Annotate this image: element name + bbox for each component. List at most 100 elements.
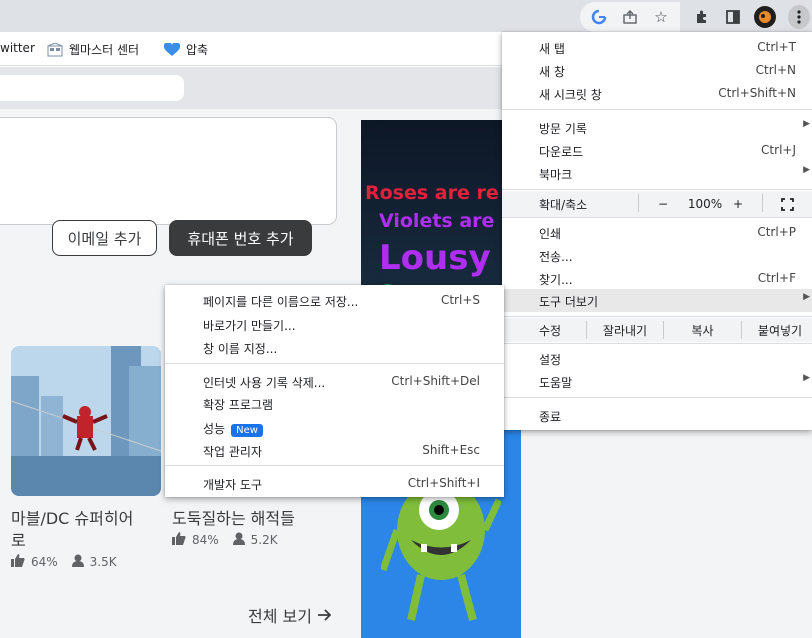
menu-item-bookmarks[interactable]: 북마크 ▶ bbox=[502, 162, 812, 185]
menu-shortcut: Ctrl+S bbox=[440, 293, 480, 307]
menu-item-create-shortcut[interactable]: 바로가기 만들기... bbox=[165, 313, 504, 336]
menu-label-wrap: 성능 New bbox=[203, 420, 263, 437]
menu-item-new-window[interactable]: 새 창 Ctrl+N bbox=[502, 59, 812, 82]
menu-label: 확장 프로그램 bbox=[203, 398, 274, 412]
menu-label: 새 탭 bbox=[539, 42, 565, 56]
players-icon bbox=[232, 532, 245, 548]
paste-button[interactable]: 붙여넣기 bbox=[742, 318, 812, 342]
menu-label: 창 이름 지정... bbox=[203, 342, 278, 356]
menu-separator bbox=[502, 189, 812, 190]
game-stats: 64% 3.5K bbox=[11, 554, 117, 570]
ad-text-1: Roses are re bbox=[365, 182, 499, 204]
menu-item-exit[interactable]: 종료 bbox=[502, 404, 812, 427]
add-phone-button[interactable]: 휴대폰 번호 추가 bbox=[169, 220, 312, 256]
menu-item-task-manager[interactable]: 작업 관리자 Shift+Esc bbox=[165, 439, 504, 462]
menu-separator bbox=[502, 217, 812, 218]
menu-item-cast[interactable]: 전송... bbox=[502, 244, 812, 267]
zoom-in-button[interactable]: + bbox=[714, 191, 762, 217]
arrow-right-icon bbox=[317, 606, 332, 625]
menu-separator bbox=[165, 363, 504, 364]
menu-label: 방문 기록 bbox=[539, 122, 587, 136]
see-all-label: 전체 보기 bbox=[248, 607, 312, 626]
menu-item-save-page[interactable]: 페이지를 다른 이름으로 저장... Ctrl+S bbox=[165, 289, 504, 312]
menu-shortcut: Ctrl+Shift+N bbox=[718, 86, 796, 100]
bookmark-compress[interactable]: 압축 bbox=[163, 41, 209, 58]
menu-item-performance[interactable]: 성능 New bbox=[165, 416, 504, 439]
kebab-menu-icon[interactable] bbox=[788, 5, 810, 29]
menu-shortcut: Ctrl+P bbox=[757, 225, 796, 239]
share-icon[interactable] bbox=[619, 6, 641, 28]
menu-label: 전송... bbox=[539, 250, 573, 264]
search-input[interactable] bbox=[0, 75, 184, 101]
menu-label: 개발자 도구 bbox=[203, 478, 263, 492]
menu-item-clear-data[interactable]: 인터넷 사용 기록 삭제... Ctrl+Shift+Del bbox=[165, 370, 504, 393]
cut-button[interactable]: 잘라내기 bbox=[587, 318, 663, 342]
menu-label: 도움말 bbox=[539, 376, 573, 390]
chevron-right-icon: ▶ bbox=[803, 165, 810, 175]
menu-item-more-tools[interactable]: 도구 더보기 ▶ bbox=[502, 289, 812, 312]
zoom-row: 확대/축소 − 100% + bbox=[502, 191, 812, 217]
menu-item-print[interactable]: 인쇄 Ctrl+P bbox=[502, 221, 812, 244]
menu-item-incognito[interactable]: 새 시크릿 창 Ctrl+Shift+N bbox=[502, 82, 812, 105]
game-stats: 84% 5.2K bbox=[172, 532, 278, 548]
copy-button[interactable]: 복사 bbox=[664, 318, 741, 342]
google-icon[interactable] bbox=[588, 6, 610, 28]
menu-label: 북마크 bbox=[539, 168, 573, 182]
menu-shortcut: Ctrl+T bbox=[757, 40, 796, 54]
sidepanel-icon[interactable] bbox=[722, 6, 744, 28]
players-icon bbox=[71, 554, 84, 570]
menu-item-history[interactable]: 방문 기록 ▶ bbox=[502, 116, 812, 139]
menu-item-find[interactable]: 찾기... Ctrl+F bbox=[502, 267, 812, 290]
menu-item-help[interactable]: 도움말 ▶ bbox=[502, 370, 812, 393]
edit-label: 수정 bbox=[539, 323, 562, 338]
bookmark-label: 웹마스터 센터 bbox=[69, 43, 140, 57]
bookmark-webmaster[interactable]: 웹마스터 센터 bbox=[47, 41, 139, 58]
menu-shortcut: Ctrl+Shift+Del bbox=[391, 374, 480, 388]
menu-item-new-tab[interactable]: 새 탭 Ctrl+T bbox=[502, 36, 812, 59]
thumbs-up-icon bbox=[172, 532, 186, 548]
game-thumbnail[interactable] bbox=[11, 346, 161, 496]
extensions-icon[interactable] bbox=[691, 6, 713, 28]
menu-label: 도구 더보기 bbox=[539, 295, 599, 309]
menu-shortcut: Ctrl+F bbox=[757, 271, 796, 285]
chrome-main-menu: 새 탭 Ctrl+T 새 창 Ctrl+N 새 시크릿 창 Ctrl+Shift… bbox=[502, 32, 812, 430]
menu-label: 종료 bbox=[539, 410, 562, 424]
menu-label: 설정 bbox=[539, 353, 562, 367]
profile-avatar[interactable] bbox=[754, 6, 776, 28]
menu-label: 새 창 bbox=[539, 65, 565, 79]
add-email-button[interactable]: 이메일 추가 bbox=[52, 220, 157, 256]
heart-icon bbox=[163, 41, 181, 57]
menu-item-name-window[interactable]: 창 이름 지정... bbox=[165, 336, 504, 359]
players-value: 5.2K bbox=[250, 533, 278, 547]
fullscreen-icon[interactable] bbox=[763, 191, 812, 217]
game-title-line: 마블/DC 슈퍼히어 bbox=[11, 509, 134, 528]
game-title[interactable]: 마블/DC 슈퍼히어 로 bbox=[11, 508, 133, 552]
see-all-link[interactable]: 전체 보기 bbox=[248, 603, 332, 627]
chevron-right-icon: ▶ bbox=[803, 119, 810, 129]
chevron-right-icon: ▶ bbox=[803, 292, 810, 302]
bookmark-label: 압축 bbox=[186, 43, 209, 57]
zoom-label: 확대/축소 bbox=[539, 197, 588, 212]
menu-label: 다운로드 bbox=[539, 145, 584, 159]
menu-label: 새 시크릿 창 bbox=[539, 88, 602, 102]
menu-label: 성능 bbox=[203, 422, 226, 436]
menu-item-settings[interactable]: 설정 bbox=[502, 347, 812, 370]
bookmark-twitter[interactable]: witter bbox=[0, 41, 35, 55]
ad-text-3: Lousy bbox=[379, 238, 491, 278]
menu-separator bbox=[502, 316, 812, 317]
game-title[interactable]: 도둑질하는 해적들 bbox=[172, 508, 295, 530]
menu-shortcut: Ctrl+Shift+I bbox=[407, 476, 480, 490]
menu-label: 바로가기 만들기... bbox=[203, 319, 296, 333]
menu-item-dev-tools[interactable]: 개발자 도구 Ctrl+Shift+I bbox=[165, 472, 504, 495]
star-icon[interactable]: ☆ bbox=[650, 6, 672, 28]
webmaster-icon bbox=[47, 41, 63, 57]
players-value: 3.5K bbox=[89, 555, 117, 569]
menu-item-extensions[interactable]: 확장 프로그램 bbox=[165, 392, 504, 415]
menu-shortcut: Ctrl+N bbox=[755, 63, 796, 77]
chevron-right-icon: ▶ bbox=[803, 373, 810, 383]
menu-label: 찾기... bbox=[539, 273, 573, 287]
menu-label: 인터넷 사용 기록 삭제... bbox=[203, 376, 326, 390]
menu-item-downloads[interactable]: 다운로드 Ctrl+J bbox=[502, 139, 812, 162]
rating-value: 64% bbox=[31, 555, 58, 569]
bookmark-label: witter bbox=[0, 41, 35, 55]
